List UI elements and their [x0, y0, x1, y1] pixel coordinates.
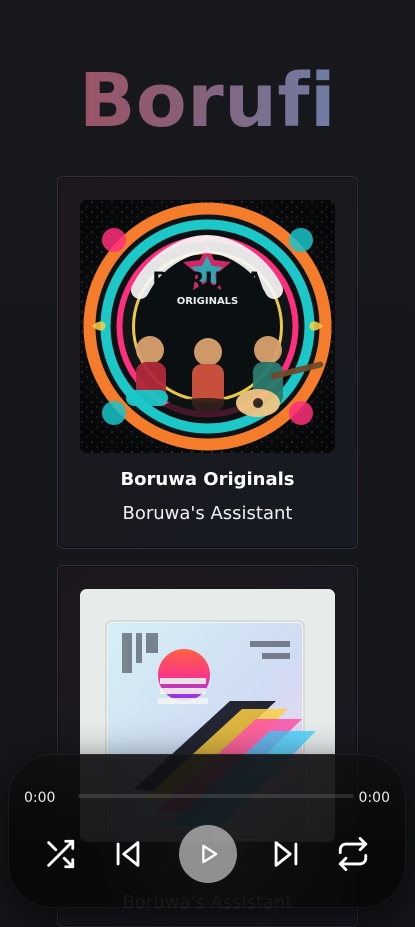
app-brand: Borufi	[0, 64, 415, 138]
playback-controls	[8, 824, 406, 884]
repeat-icon	[336, 837, 370, 871]
duration-time: 0:00	[358, 790, 390, 806]
play-button[interactable]	[178, 824, 238, 884]
shuffle-icon	[43, 837, 77, 871]
playlist-cover: BORUWA ORIGINALS	[80, 200, 335, 453]
cover-title-text: BORUWA	[152, 269, 263, 294]
shuffle-button[interactable]	[30, 824, 90, 884]
playlist-card[interactable]: BORUWA ORIGINALS Boruwa Originals Boruwa…	[57, 176, 358, 549]
cover-ring-text: ORIGINALS	[177, 296, 239, 307]
play-icon	[194, 840, 222, 868]
playlist-subtitle: Boruwa's Assistant	[122, 503, 293, 524]
album-artwork: BORUWA ORIGINALS	[80, 200, 335, 453]
seek-bar[interactable]	[78, 794, 354, 798]
app-root: Borufi BORUWA ORIGINALS Boruwa Originals…	[0, 0, 415, 927]
repeat-button[interactable]	[323, 824, 383, 884]
play-button-circle	[179, 825, 237, 883]
next-button[interactable]	[256, 824, 316, 884]
skip-next-icon	[269, 837, 303, 871]
previous-button[interactable]	[98, 824, 158, 884]
audio-player: 0:00 0:00	[8, 754, 406, 908]
current-time: 0:00	[24, 790, 56, 806]
skip-previous-icon	[111, 837, 145, 871]
playlist-title: Boruwa Originals	[120, 469, 295, 490]
